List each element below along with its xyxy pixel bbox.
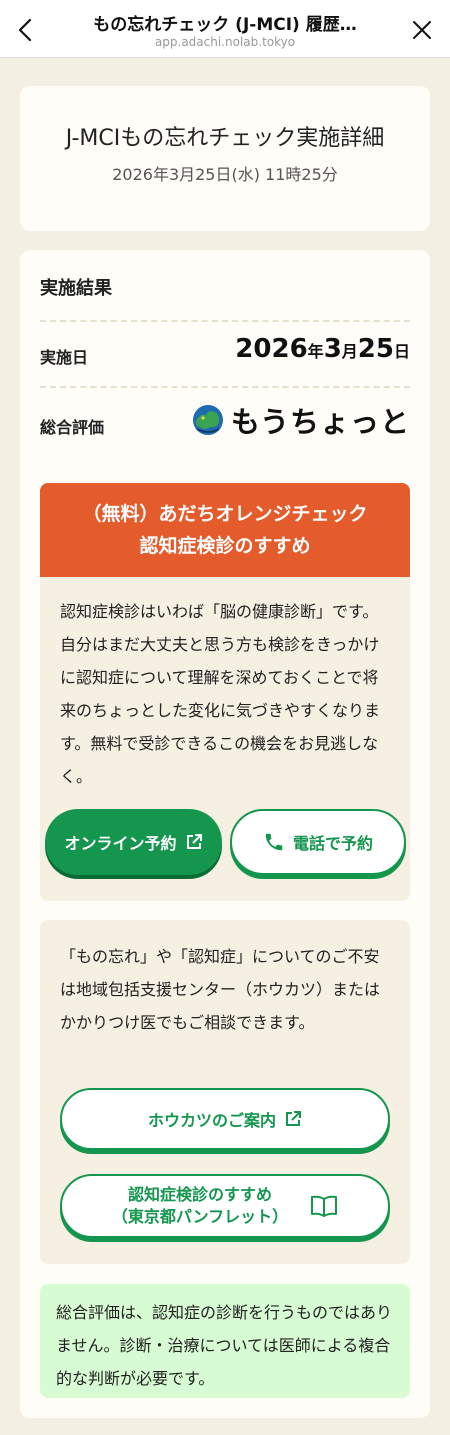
browser-url: app.adachi.nolab.tokyo — [154, 35, 296, 49]
recommend-title: （無料）あだちオレンジチェック 認知症検診のすすめ — [40, 483, 410, 577]
date-label: 実施日 — [40, 348, 89, 367]
recommend-title-line1: （無料）あだちオレンジチェック — [82, 503, 368, 525]
date-day-unit: 日 — [393, 342, 410, 361]
browser-title: もの忘れチェック (J-MCI) 履歴… — [93, 15, 357, 35]
date-year-unit: 年 — [307, 342, 324, 361]
section-title: 実施結果 — [40, 278, 112, 299]
houkatsu-guide-button[interactable]: ホウカツのご案内 — [60, 1088, 390, 1150]
chevron-left-icon — [18, 18, 32, 42]
detail-header-card: J-MCIもの忘れチェック実施詳細 2026年3月25日(水) 11時25分 — [20, 86, 430, 231]
date-month-unit: 月 — [341, 342, 358, 361]
consult-text: 「もの忘れ」や「認知症」についてのご不安は地域包括支援センター（ホウカツ）または… — [60, 947, 381, 1032]
date-month: 3 — [323, 334, 342, 364]
external-link-icon — [286, 1111, 301, 1126]
divider — [40, 386, 410, 388]
consult-box: 「もの忘れ」や「認知症」についてのご不安は地域包括支援センター（ホウカツ）または… — [40, 920, 410, 1264]
page-title: J-MCIもの忘れチェック実施詳細 — [65, 126, 385, 151]
online-reservation-button[interactable]: オンライン予約 — [45, 809, 222, 875]
close-icon — [413, 21, 431, 39]
close-button[interactable] — [404, 12, 440, 48]
disclaimer-text: 総合評価は、認知症の診断を行うものではありません。診断・治療については医師による… — [56, 1303, 393, 1388]
recommend-title-line2: 認知症検診のすすめ — [139, 535, 311, 557]
recommend-box: （無料）あだちオレンジチェック 認知症検診のすすめ 認知症検診はいわば「脳の健康… — [40, 483, 410, 901]
eval-value: もうちょっと — [230, 405, 410, 439]
browser-header: もの忘れチェック (J-MCI) 履歴… app.adachi.nolab.to… — [0, 0, 450, 58]
pamphlet-label: 認知症検診のすすめ （東京都パンフレット） — [112, 1184, 288, 1228]
eval-label: 総合評価 — [40, 418, 105, 437]
date-year: 2026 — [235, 334, 308, 364]
divider — [40, 320, 410, 322]
globe-brain-icon — [192, 405, 223, 435]
result-card: 実施結果 実施日 2026年3月25日 総合評価 もうちょっと （無料）あだちオ… — [20, 250, 430, 1418]
recommend-body: 認知症検診はいわば「脳の健康診断」です。自分はまだ大丈夫と思う方も検診をきっかけ… — [60, 602, 381, 786]
disclaimer-notice: 総合評価は、認知症の診断を行うものではありません。診断・治療については医師による… — [40, 1284, 410, 1398]
online-reservation-label: オンライン予約 — [64, 834, 177, 853]
pamphlet-button[interactable]: 認知症検診のすすめ （東京都パンフレット） — [60, 1174, 390, 1238]
overall-evaluation: もうちょっと — [191, 400, 410, 440]
phone-reservation-label: 電話で予約 — [292, 834, 373, 853]
pamphlet-label-line2: （東京都パンフレット） — [111, 1207, 289, 1226]
book-icon — [311, 1195, 338, 1217]
external-link-icon — [186, 834, 202, 849]
phone-reservation-button[interactable]: 電話で予約 — [230, 809, 406, 875]
pamphlet-label-line1: 認知症検診のすすめ — [127, 1185, 272, 1204]
phone-icon — [265, 833, 283, 851]
date-day: 25 — [357, 334, 394, 364]
back-button[interactable] — [10, 12, 40, 48]
exam-datetime: 2026年3月25日(水) 11時25分 — [112, 165, 338, 184]
houkatsu-guide-label: ホウカツのご案内 — [147, 1111, 276, 1130]
exam-date-value: 2026年3月25日 — [235, 334, 410, 364]
